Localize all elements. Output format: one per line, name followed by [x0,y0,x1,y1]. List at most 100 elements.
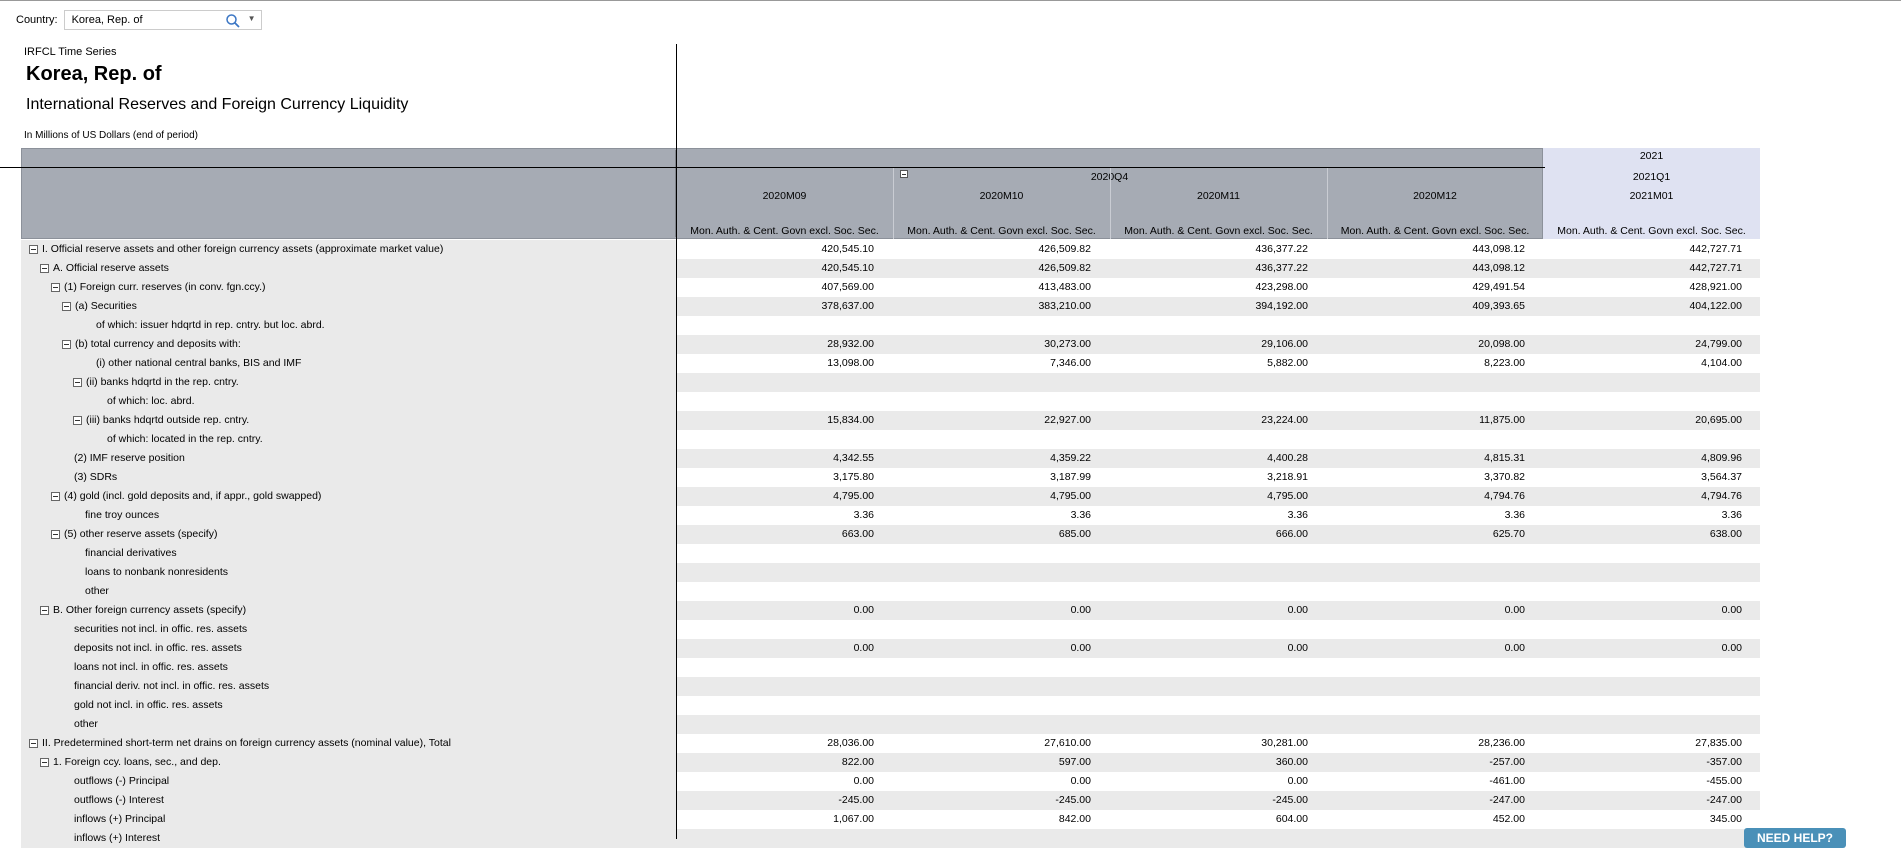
collapse-row-icon[interactable] [51,530,60,539]
search-icon[interactable] [225,13,241,29]
collapse-row-icon[interactable] [51,283,60,292]
table-row: loans to nonbank nonresidents [21,563,1760,582]
row-label: deposits not incl. in offic. res. assets [74,642,242,654]
table-cell: 22,927.00 [1044,414,1091,426]
collapse-row-icon[interactable] [40,264,49,273]
table-cell: 638.00 [1709,528,1742,540]
table-cell: 4,795.00 [1050,490,1091,502]
table-cell: 436,377.22 [1255,243,1308,255]
collapse-row-icon[interactable] [62,340,71,349]
table-cell: -455.00 [1706,775,1742,787]
table-row: securities not incl. in offic. res. asse… [21,620,1760,639]
table-cell: 15,834.00 [827,414,874,426]
table-cell: 442,727.71 [1689,243,1742,255]
need-help-button[interactable]: NEED HELP? [1744,828,1846,848]
row-label: (a) Securities [75,300,137,312]
table-cell: 30,273.00 [1044,338,1091,350]
table-cell: -247.00 [1706,794,1742,806]
row-label: loans to nonbank nonresidents [85,566,229,578]
table-row: gold not incl. in offic. res. assets [21,696,1760,715]
table-cell: 407,569.00 [821,281,874,293]
table-cell: 423,298.00 [1255,281,1308,293]
table-cell: 4,794.76 [1484,490,1525,502]
table-cell: 3,564.37 [1701,471,1742,483]
table-cell: 1,067.00 [833,813,874,825]
table-cell: 0.00 [1070,642,1091,654]
row-data-area [677,373,1760,392]
collapse-row-icon[interactable] [73,416,82,425]
table-cell: 0.00 [1287,604,1308,616]
table-cell: 409,393.65 [1472,300,1525,312]
table-row: (5) other reserve assets (specify) 663.00… [21,525,1760,544]
table-cell: 426,509.82 [1038,262,1091,274]
row-label: (b) total currency and deposits with: [75,338,241,350]
table-cell: 24,799.00 [1695,338,1742,350]
frozen-row-divider[interactable] [0,167,1545,168]
row-data-area [677,392,1760,411]
table-cell: 360.00 [1275,756,1308,768]
collapse-row-icon[interactable] [51,492,60,501]
row-label: II. Predetermined short-term net drains … [42,737,451,749]
table-cell: 426,509.82 [1038,243,1091,255]
sector-header: Mon. Auth. & Cent. Govn excl. Soc. Sec. [907,225,1096,237]
table-cell: 0.00 [1721,642,1742,654]
row-label: (3) SDRs [74,471,118,483]
table-row: (2) IMF reserve position 4,342.55 4,359.22… [21,449,1760,468]
collapse-row-icon[interactable] [40,606,49,615]
table-cell: 0.00 [1721,604,1742,616]
table-cell: 0.00 [1287,775,1308,787]
table-row: financial deriv. not incl. in offic. res… [21,677,1760,696]
table-row: financial derivatives [21,544,1760,563]
table-cell: 3.36 [1504,509,1525,521]
table-cell: 597.00 [1058,756,1091,768]
table-cell: 4,794.76 [1701,490,1742,502]
row-data-area [677,582,1760,601]
collapse-row-icon[interactable] [62,302,71,311]
row-data-area [677,316,1760,335]
row-stub [21,582,677,601]
row-label: financial deriv. not incl. in offic. res… [74,680,270,692]
table-cell: 428,921.00 [1689,281,1742,293]
table-row: outflows (-) Principal 0.00 0.00 0.00 -461.0… [21,772,1760,791]
table-row: (4) gold (incl. gold deposits and, if ap… [21,487,1760,506]
table-cell: 11,875.00 [1479,414,1525,426]
row-label: financial derivatives [85,547,177,559]
sector-header: Mon. Auth. & Cent. Govn excl. Soc. Sec. [1557,225,1746,237]
table-row: other [21,582,1760,601]
report-title: International Reserves and Foreign Curre… [26,96,409,113]
table-cell: 4,104.00 [1701,357,1742,369]
table-cell: 23,224.00 [1261,414,1308,426]
row-data-area [677,620,1760,639]
table-cell: 3.36 [1070,509,1091,521]
table-cell: 420,545.10 [821,262,874,274]
table-cell: 3,187.99 [1050,471,1091,483]
table-cell: 0.00 [1287,642,1308,654]
table-cell: 3.36 [853,509,874,521]
collapse-row-icon[interactable] [29,739,38,748]
chevron-down-icon[interactable]: ▼ [248,14,256,23]
collapse-row-icon[interactable] [29,245,38,254]
table-cell: 685.00 [1058,528,1091,540]
row-data-area [677,544,1760,563]
row-stub [21,468,677,487]
table-cell: 20,695.00 [1695,414,1742,426]
table-cell: 30,281.00 [1261,737,1308,749]
table-cell: -245.00 [838,794,874,806]
table-cell: 4,795.00 [1267,490,1308,502]
collapse-row-icon[interactable] [73,378,82,387]
table-row: of which: located in the rep. cntry. [21,430,1760,449]
row-label: of which: issuer hdqrtd in rep. cntry. b… [96,319,325,331]
country-select[interactable]: Korea, Rep. of ▼ [63,10,262,30]
row-label: A. Official reserve assets [53,262,169,274]
data-table: I. Official reserve assets and other for… [21,240,1760,848]
table-cell: -247.00 [1489,794,1525,806]
collapse-row-icon[interactable] [40,758,49,767]
row-label: (1) Foreign curr. reserves (in conv. fgn… [64,281,266,293]
frozen-column-divider[interactable] [676,44,677,839]
row-data-area [677,430,1760,449]
page-title: Korea, Rep. of [26,63,162,85]
table-cell: 625.70 [1492,528,1525,540]
table-cell: 3.36 [1287,509,1308,521]
table-cell: 822.00 [841,756,874,768]
table-cell: 4,809.96 [1701,452,1742,464]
